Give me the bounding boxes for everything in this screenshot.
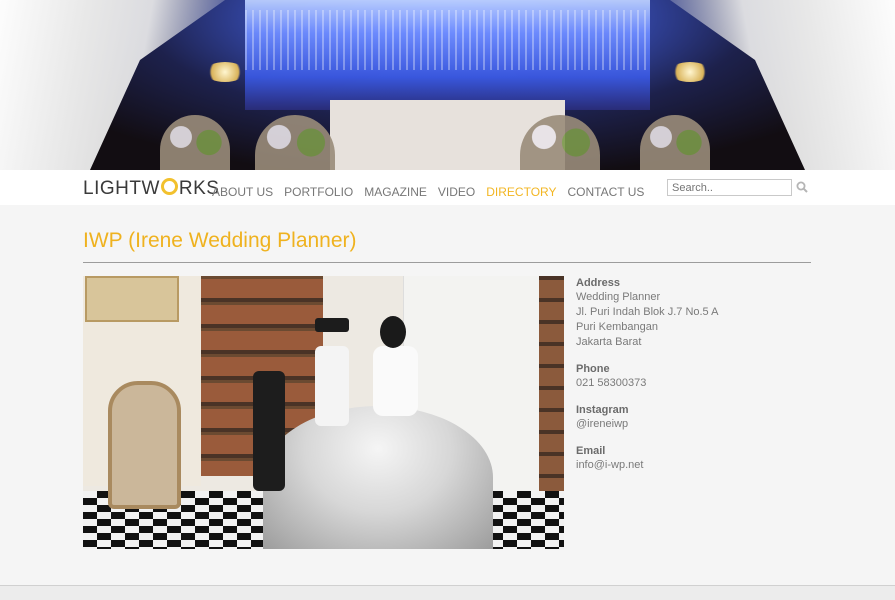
nav-magazine[interactable]: MAGAZINE [364,185,427,199]
search-icon[interactable] [796,181,808,193]
chandelier-left [205,62,245,82]
page-title: IWP (Irene Wedding Planner) [83,229,357,252]
chandelier-right [670,62,710,82]
phone-value[interactable]: 021 58300373 [576,376,718,391]
main-menu: ABOUT US PORTFOLIO MAGAZINE VIDEO DIRECT… [212,185,644,199]
address-line: Puri Kembangan [576,321,658,333]
flower-arrangement [160,115,230,170]
photo-top-hat [315,318,349,332]
nav-contact-us[interactable]: CONTACT US [568,185,645,199]
email-link[interactable]: info@i-wp.net [576,458,718,473]
nav-about-us[interactable]: ABOUT US [212,185,273,199]
nav-directory[interactable]: DIRECTORY [486,185,556,199]
title-divider [83,262,811,263]
address-label: Address [576,277,621,289]
photo-child [315,346,349,426]
phone-label: Phone [576,363,610,375]
nav-portfolio[interactable]: PORTFOLIO [284,185,353,199]
instagram-label: Instagram [576,404,629,416]
nav-video[interactable]: VIDEO [438,185,475,199]
photo-gown [263,406,493,549]
search-input[interactable] [667,179,792,196]
flower-arrangement [640,115,710,170]
footer [0,586,895,600]
address-line: Wedding Planner [576,291,661,303]
vendor-photo [83,276,564,549]
photo-bride [373,346,418,416]
hero-banner [0,0,895,170]
email-label: Email [576,445,606,457]
stage-lights [245,0,650,110]
address-line: Jakarta Barat [576,336,642,348]
address-line: Jl. Puri Indah Blok J.7 No.5 A [576,306,719,318]
photo-map-frame [85,276,179,322]
photo-chair [108,381,181,509]
site-logo[interactable]: LIGHTW RKS [83,178,219,200]
logo-o-icon [160,178,178,195]
photo-bride-hair [380,316,406,348]
photo-child [253,371,285,491]
logo-text-start: LIGHTW [83,178,160,199]
instagram-link[interactable]: @ireneiwp [576,417,718,432]
contact-info: Address Wedding Planner Jl. Puri Indah B… [576,276,718,473]
flower-arrangement [255,115,335,170]
